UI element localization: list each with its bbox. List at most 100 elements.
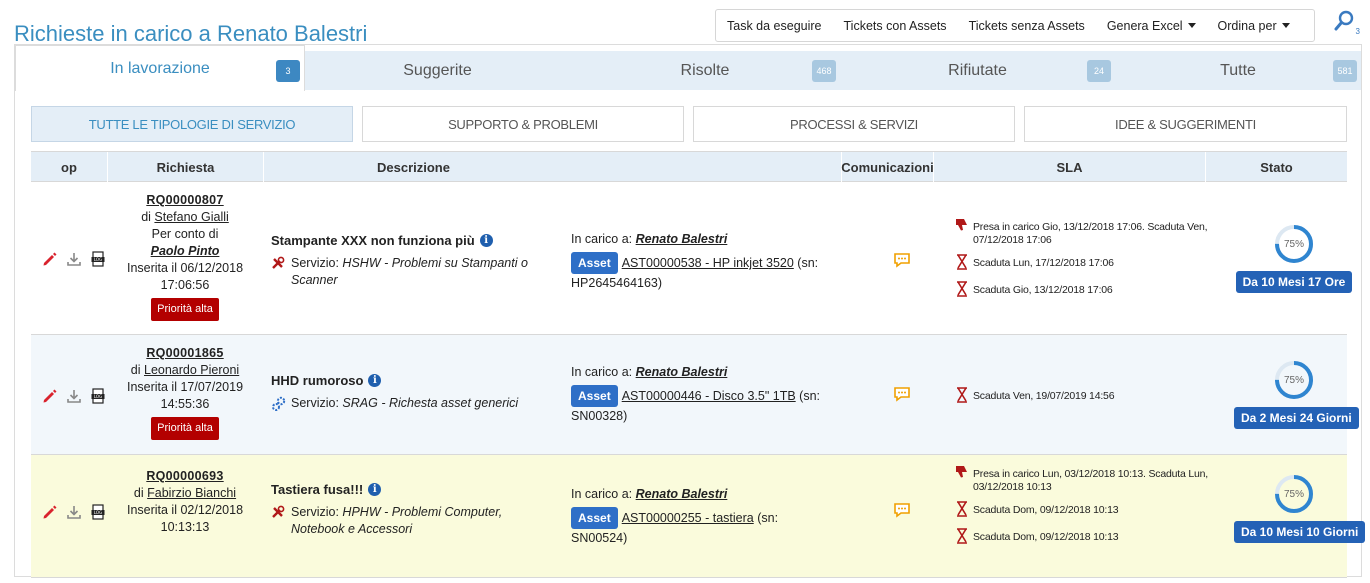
comment-icon[interactable] xyxy=(893,386,911,402)
author-prefix: di xyxy=(133,486,144,500)
request-title: Tastiera fusa!!! xyxy=(271,482,364,497)
genera-excel-dropdown[interactable]: Genera Excel xyxy=(1096,19,1207,33)
priority-badge: Priorità alta xyxy=(151,417,219,440)
status-cell: 75% Da 2 Mesi 24 Giorni xyxy=(1234,359,1359,429)
log-file-icon[interactable]: LOG xyxy=(89,503,107,521)
asset-link[interactable]: AST00000538 - HP inkjet 3520 xyxy=(622,256,794,270)
tab-suggerite[interactable]: Suggerite xyxy=(305,51,570,90)
asset-badge[interactable]: Asset xyxy=(571,252,618,274)
column-header-comunicazioni[interactable]: Comunicazioni xyxy=(841,152,934,182)
edit-icon[interactable] xyxy=(41,503,59,521)
log-file-icon[interactable]: LOG xyxy=(89,250,107,268)
status-badge: Da 10 Mesi 10 Giorni xyxy=(1234,521,1366,543)
priority-badge: Priorità alta xyxy=(151,298,219,321)
column-header-descrizione[interactable]: Descrizione xyxy=(263,152,563,182)
column-header-spacer xyxy=(563,152,841,182)
toolbar: Task da eseguire Tickets con Assets Tick… xyxy=(715,9,1315,42)
info-icon[interactable]: i xyxy=(368,374,382,387)
log-file-icon[interactable]: LOG xyxy=(89,387,107,405)
description-cell: Tastiera fusa!!! i Servizio: HPHW - Probl… xyxy=(271,481,541,538)
column-header-stato[interactable]: Stato xyxy=(1205,152,1347,182)
tab-rifiutate[interactable]: Rifiutate 24 xyxy=(840,51,1115,90)
inserted-time: 14:55:36 xyxy=(160,397,210,411)
column-header-richiesta[interactable]: Richiesta xyxy=(107,152,263,182)
svg-text:LOG: LOG xyxy=(94,257,102,262)
tools-icon xyxy=(271,256,291,275)
hourglass-icon xyxy=(955,528,973,548)
assignment-cell: In carico a: Renato Balestri Asset AST000… xyxy=(571,363,831,425)
asset-badge[interactable]: Asset xyxy=(571,385,618,407)
progress-ring: 75% xyxy=(1273,359,1315,401)
request-code-link[interactable]: RQ00000807 xyxy=(146,193,223,207)
download-icon[interactable] xyxy=(65,250,83,268)
tab-in-lavorazione[interactable]: In lavorazione 3 xyxy=(15,45,305,91)
info-icon[interactable]: i xyxy=(479,234,493,247)
ordina-per-dropdown[interactable]: Ordina per xyxy=(1207,19,1301,33)
tickets-senza-assets-button[interactable]: Tickets senza Assets xyxy=(958,19,1096,33)
table-row[interactable]: LOG RQ00001865 di Leonardo Pieroni Inser… xyxy=(31,335,1359,455)
assignee-link[interactable]: Renato Balestri xyxy=(636,232,728,246)
search-button[interactable]: 3 xyxy=(1334,8,1360,36)
row-actions: LOG xyxy=(41,250,107,268)
hourglass-icon xyxy=(955,254,973,274)
page-title: Richieste in carico a Renato Balestri xyxy=(14,20,368,46)
asset-link[interactable]: AST00000255 - tastiera xyxy=(622,511,754,525)
edit-icon[interactable] xyxy=(41,387,59,405)
assigned-label: In carico a: xyxy=(571,365,633,379)
request-code-link[interactable]: RQ00001865 xyxy=(146,346,223,360)
tab-count-badge: 3 xyxy=(276,60,300,82)
inserted-date: Inserita il 06/12/2018 xyxy=(126,261,244,275)
main-panel: Suggerite Risolte 468 Rifiutate 24 Tutte… xyxy=(14,44,1366,578)
on-behalf-user-link[interactable]: Paolo Pinto xyxy=(151,244,220,258)
tab-count-badge: 468 xyxy=(812,60,836,82)
tab-label: Suggerite xyxy=(403,61,472,79)
status-badge: Da 10 Mesi 17 Ore xyxy=(1235,271,1353,293)
progress-percent: 75% xyxy=(1283,374,1304,386)
chevron-down-icon xyxy=(1281,23,1290,28)
status-tabs: Suggerite Risolte 468 Rifiutate 24 Tutte… xyxy=(15,45,1361,91)
column-header-op: op xyxy=(61,159,77,175)
filter-processi-servizi[interactable]: PROCESSI & SERVIZI xyxy=(693,106,1015,142)
download-icon[interactable] xyxy=(65,503,83,521)
download-icon[interactable] xyxy=(65,387,83,405)
assignment-cell: In carico a: Renato Balestri Asset AST000… xyxy=(571,485,831,547)
edit-icon[interactable] xyxy=(41,250,59,268)
column-header-sla[interactable]: SLA xyxy=(933,152,1205,182)
tab-label: In lavorazione xyxy=(110,59,210,77)
tickets-con-assets-button[interactable]: Tickets con Assets xyxy=(833,19,958,33)
request-title: Stampante XXX non funziona più xyxy=(271,233,475,248)
status-badge: Da 2 Mesi 24 Giorni xyxy=(1234,407,1359,429)
table-row[interactable]: LOG RQ00000693 di Fabirzio Bianchi Inser… xyxy=(31,455,1366,578)
filter-supporto-problemi[interactable]: SUPPORTO & PROBLEMI xyxy=(362,106,684,142)
assignee-link[interactable]: Renato Balestri xyxy=(636,487,728,501)
svg-text:LOG: LOG xyxy=(94,510,102,515)
comment-icon[interactable] xyxy=(893,252,911,268)
author-link[interactable]: Leonardo Pieroni xyxy=(144,363,239,377)
status-cell: 75% Da 10 Mesi 10 Giorni xyxy=(1234,473,1366,543)
asset-badge[interactable]: Asset xyxy=(571,507,618,529)
service-type-filters: TUTTE LE TIPOLOGIE DI SERVIZIO SUPPORTO … xyxy=(31,106,1347,142)
tab-risolte[interactable]: Risolte 468 xyxy=(570,51,840,90)
request-code-link[interactable]: RQ00000693 xyxy=(146,469,223,483)
comment-icon[interactable] xyxy=(893,502,911,518)
tab-label: Tutte xyxy=(1220,61,1256,79)
sla-entry: Scaduta Dom, 09/12/2018 10:13 xyxy=(973,531,1119,543)
author-link[interactable]: Stefano Gialli xyxy=(154,210,228,224)
info-icon[interactable]: i xyxy=(368,483,382,496)
service-name: SRAG - Richesta asset generici xyxy=(342,396,519,410)
ordina-per-label: Ordina per xyxy=(1217,18,1277,33)
author-link[interactable]: Fabirzio Bianchi xyxy=(147,486,236,500)
progress-percent: 75% xyxy=(1283,488,1304,500)
progress-percent: 75% xyxy=(1283,238,1304,250)
tab-tutte[interactable]: Tutte 581 xyxy=(1115,51,1361,90)
assignee-link[interactable]: Renato Balestri xyxy=(636,365,728,379)
filter-idee-suggerimenti[interactable]: IDEE & SUGGERIMENTI xyxy=(1024,106,1347,142)
status-cell: 75% Da 10 Mesi 17 Ore xyxy=(1234,223,1354,293)
thumbs-down-icon xyxy=(955,218,973,236)
gears-icon xyxy=(271,396,291,417)
asset-link[interactable]: AST00000446 - Disco 3.5" 1TB xyxy=(622,389,796,403)
author-prefix: di xyxy=(130,363,141,377)
task-da-eseguire-button[interactable]: Task da eseguire xyxy=(716,19,833,33)
table-row[interactable]: LOG RQ00000807 di Stefano Gialli Per con… xyxy=(31,182,1353,335)
filter-tutte-tipologie[interactable]: TUTTE LE TIPOLOGIE DI SERVIZIO xyxy=(31,106,353,142)
